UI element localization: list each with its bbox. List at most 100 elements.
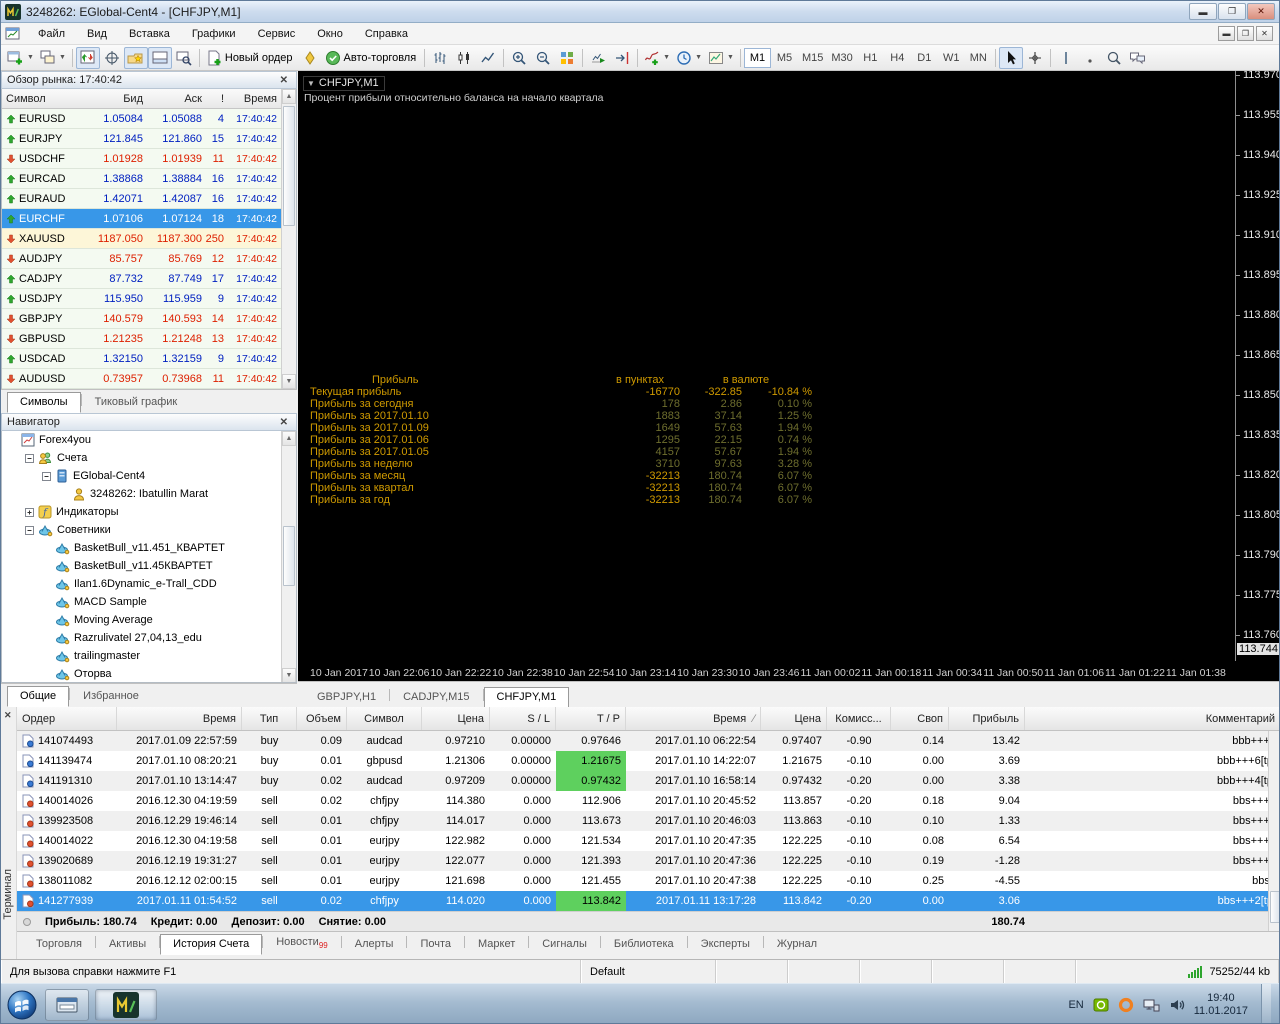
terminal-tab-активы[interactable]: Активы	[96, 934, 159, 955]
terminal-column-header-close_time[interactable]: Время∕	[626, 707, 761, 730]
time-tick-label[interactable]: 11 Jan 00:34	[922, 667, 982, 679]
market-watch-row-audusd[interactable]: AUDUSD0.739570.739681117:40:42	[2, 369, 296, 389]
time-tick-label[interactable]: 10 Jan 22:54	[554, 667, 615, 679]
terminal-order-row-140014022[interactable]: 1400140222016.12.30 04:19:58sell0.01eurj…	[17, 831, 1280, 851]
market-watch-row-usdcad[interactable]: USDCAD1.321501.32159917:40:42	[2, 349, 296, 369]
time-tick-label[interactable]: 10 Jan 22:38	[492, 667, 553, 679]
menu-item-insert[interactable]: Вставка	[118, 25, 181, 43]
terminal-column-header-profit[interactable]: Прибыль	[949, 707, 1025, 730]
terminal-table-header[interactable]: ОрдерВремяТипОбъемСимвол Цена S / LT / PВр…	[17, 707, 1280, 731]
timeframe-button-d1[interactable]: D1	[911, 48, 938, 68]
indicators-button[interactable]: ▼	[641, 47, 673, 69]
timeframe-button-m15[interactable]: M15	[798, 48, 827, 68]
terminal-column-header-commission[interactable]: Комисс...	[827, 707, 891, 730]
market-watch-column-header[interactable]: !	[206, 93, 228, 105]
time-tick-label[interactable]: 11 Jan 00:02	[800, 667, 860, 679]
taskbar-mt4-button[interactable]	[95, 989, 157, 1021]
time-tick-label[interactable]: 10 Jan 22:06	[369, 667, 430, 679]
language-indicator[interactable]: EN	[1068, 999, 1083, 1011]
navigator-tree-item-7[interactable]: BasketBull_v11.45КВАРТЕТ	[2, 557, 296, 575]
chart-shift-button[interactable]	[610, 47, 634, 69]
terminal-button[interactable]	[148, 47, 172, 69]
title-bar[interactable]: 3248262: EGlobal-Cent4 - [CHFJPY,M1] ▬ ❐…	[1, 1, 1279, 23]
market-watch-column-header[interactable]: Время	[228, 93, 281, 105]
terminal-tab-эксперты[interactable]: Эксперты	[688, 934, 763, 955]
time-tick-label[interactable]: 10 Jan 23:14	[615, 667, 676, 679]
show-desktop-button[interactable]	[1261, 984, 1271, 1024]
maximize-button[interactable]: ❐	[1218, 3, 1246, 20]
navigator-tab-common[interactable]: Общие	[7, 686, 69, 707]
scroll-down-icon[interactable]: ▼	[282, 668, 296, 683]
terminal-tab-сигналы[interactable]: Сигналы	[529, 934, 600, 955]
terminal-tab-алерты[interactable]: Алерты	[342, 934, 407, 955]
time-tick-label[interactable]: 10 Jan 23:46	[739, 667, 800, 679]
taskbar-app-button[interactable]	[45, 989, 89, 1021]
navigator-tree-item-2[interactable]: EGlobal-Cent4	[2, 467, 296, 485]
terminal-order-row-140014026[interactable]: 1400140262016.12.30 04:19:59sell0.02chfj…	[17, 791, 1280, 811]
timeframe-button-m1[interactable]: M1	[744, 48, 771, 68]
menu-item-view[interactable]: Вид	[76, 25, 118, 43]
navigator-header[interactable]: Навигатор ✕	[1, 413, 297, 431]
profiles-button[interactable]: ▼	[37, 47, 69, 69]
navigator-tree-item-4[interactable]: fИндикаторы	[2, 503, 296, 521]
market-watch-row-euraud[interactable]: EURAUD1.420711.420871617:40:42	[2, 189, 296, 209]
tree-expander-minus-icon[interactable]	[25, 526, 34, 535]
periods-button[interactable]: ▼	[673, 47, 705, 69]
navigator-tree-item-11[interactable]: Razrulivatel 27,04,13_edu	[2, 629, 296, 647]
timeframe-button-h1[interactable]: H1	[857, 48, 884, 68]
scrollbar-thumb[interactable]	[283, 106, 295, 226]
terminal-tab-история-счета[interactable]: История Счета	[160, 934, 262, 955]
terminal-column-header-swap[interactable]: Своп	[891, 707, 949, 730]
timeframe-button-m30[interactable]: M30	[827, 48, 856, 68]
cursor-button[interactable]	[999, 47, 1023, 69]
status-profile[interactable]: Default	[581, 960, 716, 983]
time-tick-label[interactable]: 11 Jan 00:50	[983, 667, 1043, 679]
terminal-column-header-comment[interactable]: Комментарий	[1025, 707, 1280, 730]
candlestick-button[interactable]	[452, 47, 476, 69]
agent-ring-icon[interactable]	[1118, 997, 1134, 1013]
comments-button[interactable]	[1126, 47, 1150, 69]
terminal-column-header-close_price[interactable]: Цена	[761, 707, 827, 730]
line-chart-button[interactable]	[476, 47, 500, 69]
market-watch-row-eurjpy[interactable]: EURJPY121.845121.8601517:40:42	[2, 129, 296, 149]
terminal-column-header-sl[interactable]: S / L	[490, 707, 556, 730]
timeframe-button-mn[interactable]: MN	[965, 48, 992, 68]
magnifier-button[interactable]	[1102, 47, 1126, 69]
market-watch-row-cadjpy[interactable]: CADJPY87.73287.7491717:40:42	[2, 269, 296, 289]
dot-button[interactable]	[1078, 47, 1102, 69]
terminal-column-header-type[interactable]: Тип	[242, 707, 297, 730]
chart-tab-chfjpy-m1[interactable]: CHFJPY,M1	[484, 687, 570, 708]
terminal-tab-библиотека[interactable]: Библиотека	[601, 934, 687, 955]
market-watch-row-gbpusd[interactable]: GBPUSD1.212351.212481317:40:42	[2, 329, 296, 349]
market-watch-tab-symbols[interactable]: Символы	[7, 392, 81, 413]
terminal-column-header-tp[interactable]: T / P	[556, 707, 626, 730]
timeframe-button-m5[interactable]: M5	[771, 48, 798, 68]
market-watch-row-eurcad[interactable]: EURCAD1.388681.388841617:40:42	[2, 169, 296, 189]
market-watch-column-header[interactable]: Аск	[147, 93, 206, 105]
mdi-close-button[interactable]: ✕	[1256, 26, 1273, 41]
terminal-order-row-139923508[interactable]: 1399235082016.12.29 19:46:14sell0.01chfj…	[17, 811, 1280, 831]
terminal-column-header-symbol[interactable]: Символ	[347, 707, 422, 730]
time-tick-label[interactable]: 11 Jan 00:18	[861, 667, 921, 679]
menu-item-file[interactable]: Файл	[27, 25, 76, 43]
terminal-order-row-139020689[interactable]: 1390206892016.12.19 19:31:27sell0.01eurj…	[17, 851, 1280, 871]
chart-area[interactable]: ▼ CHFJPY,M1 Процент прибыли относительно…	[298, 71, 1280, 681]
time-axis[interactable]: 10 Jan 201710 Jan 22:0610 Jan 22:2210 Ja…	[298, 667, 1234, 679]
tile-windows-button[interactable]	[555, 47, 579, 69]
terminal-order-row-141191310[interactable]: 1411913102017.01.10 13:14:47buy0.02audca…	[17, 771, 1280, 791]
terminal-column-header-volume[interactable]: Объем	[297, 707, 347, 730]
templates-button[interactable]: ▼	[705, 47, 737, 69]
terminal-column-header-open_time[interactable]: Время	[117, 707, 242, 730]
tree-expander-minus-icon[interactable]	[25, 454, 34, 463]
terminal-scrollbar[interactable]	[1268, 731, 1280, 931]
time-tick-label[interactable]: 10 Jan 2017	[310, 667, 368, 679]
zoom-out-button[interactable]	[531, 47, 555, 69]
zoom-in-button[interactable]	[507, 47, 531, 69]
menu-item-charts[interactable]: Графики	[181, 25, 247, 43]
crosshair-button[interactable]	[1023, 47, 1047, 69]
terminal-order-row-141074493[interactable]: 1410744932017.01.09 22:57:59buy0.09audca…	[17, 731, 1280, 751]
time-tick-label[interactable]: 11 Jan 01:22	[1105, 667, 1165, 679]
time-tick-label[interactable]: 11 Jan 01:38	[1166, 667, 1226, 679]
terminal-column-header-order[interactable]: Ордер	[17, 707, 117, 730]
terminal-tab-журнал[interactable]: Журнал	[764, 934, 830, 955]
